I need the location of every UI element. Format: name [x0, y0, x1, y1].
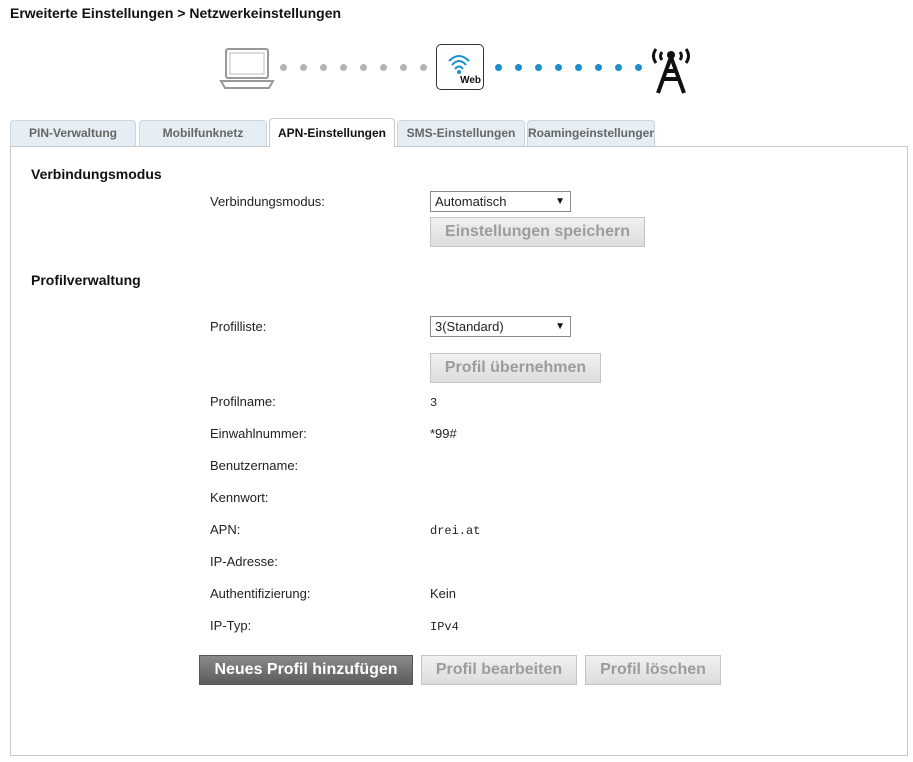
profile-name-label: Profilname: — [210, 394, 276, 409]
breadcrumb: Erweiterte Einstellungen > Netzwerkeinst… — [10, 5, 342, 21]
dropdown-arrow-icon: ▼ — [555, 196, 565, 207]
username-label: Benutzername: — [210, 458, 299, 473]
edit-profile-button[interactable]: Profil bearbeiten — [421, 655, 577, 685]
apply-profile-button[interactable]: Profil übernehmen — [430, 353, 601, 383]
tab-apn-einstellungen[interactable]: APN-Einstellungen — [269, 118, 395, 147]
password-label: Kennwort: — [210, 490, 269, 505]
ip-address-label: IP-Adresse: — [210, 554, 278, 569]
computer-link-dots — [280, 64, 430, 72]
tab-pin-verwaltung[interactable]: PIN-Verwaltung — [10, 120, 136, 146]
dropdown-arrow-icon: ▼ — [555, 321, 565, 332]
tab-mobilfunknetz[interactable]: Mobilfunknetz — [139, 120, 267, 146]
ip-type-label: IP-Typ: — [210, 618, 252, 633]
tab-roamingeinstellungen[interactable]: Roamingeinstellungen — [527, 120, 655, 146]
ip-type-value: IPv4 — [430, 620, 459, 634]
apn-label: APN: — [210, 522, 241, 537]
authentication-value: Kein — [430, 586, 457, 601]
save-settings-button[interactable]: Einstellungen speichern — [430, 217, 645, 247]
add-profile-button[interactable]: Neues Profil hinzufügen — [199, 655, 413, 685]
connection-mode-value: Automatisch — [435, 194, 507, 209]
profile-list-value: 3(Standard) — [435, 319, 504, 334]
connection-mode-label: Verbindungsmodus: — [210, 194, 325, 209]
connection-mode-select[interactable]: Automatisch ▼ — [430, 191, 571, 212]
profile-list-label: Profilliste: — [210, 319, 267, 334]
web-label: Web — [460, 75, 481, 86]
dial-number-value: *99# — [430, 426, 457, 441]
apn-value: drei.at — [430, 524, 481, 538]
tab-bar: PIN-Verwaltung Mobilfunknetz APN-Einstel… — [10, 118, 910, 147]
cell-tower-icon — [652, 48, 690, 94]
authentication-label: Authentifizierung: — [210, 586, 311, 601]
section-title-profile: Profilverwaltung — [31, 272, 141, 288]
delete-profile-button[interactable]: Profil löschen — [585, 655, 721, 685]
dial-number-label: Einwahlnummer: — [210, 426, 307, 441]
profile-name-value: 3 — [430, 396, 438, 410]
tab-sms-einstellungen[interactable]: SMS-Einstellungen — [397, 120, 525, 146]
section-title-connection: Verbindungsmodus — [31, 166, 162, 182]
profile-list-select[interactable]: 3(Standard) ▼ — [430, 316, 571, 337]
computer-icon — [219, 48, 275, 89]
web-router-icon: Web — [436, 44, 484, 90]
network-link-dots — [495, 64, 645, 72]
